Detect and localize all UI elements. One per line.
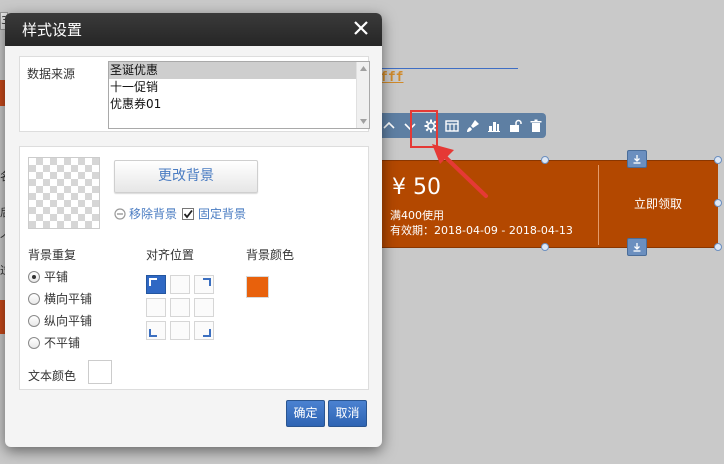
remove-background-link[interactable]: 移除背景 [114, 205, 177, 222]
align-top-right[interactable] [194, 275, 214, 294]
data-source-item[interactable]: 优惠券01 [109, 96, 369, 113]
repeat-option-tile[interactable]: 平铺 [28, 268, 68, 285]
align-bottom-center[interactable] [170, 321, 190, 340]
bg-color-title: 背景颜色 [246, 248, 295, 262]
change-background-button[interactable]: 更改背景 [114, 160, 258, 193]
annotation-arrow [432, 144, 488, 198]
resize-handle-top-left[interactable] [541, 156, 549, 164]
minus-circle-icon [114, 207, 126, 220]
repeat-option-none[interactable]: 不平铺 [28, 334, 80, 351]
align-top-center[interactable] [170, 275, 190, 294]
cancel-button[interactable]: 取消 [328, 400, 367, 427]
table-icon[interactable] [441, 115, 462, 136]
trash-icon[interactable] [525, 115, 546, 136]
repeat-option-label: 不平铺 [44, 336, 81, 350]
fixed-background-label: 固定背景 [198, 207, 247, 221]
coupon-validity: 有效期：2018-04-09 - 2018-04-13 [390, 224, 573, 237]
resize-handle-right[interactable] [714, 199, 722, 207]
element-toolbar [372, 113, 546, 138]
align-middle-left[interactable] [146, 298, 166, 317]
scroll-up-icon[interactable] [360, 65, 367, 72]
align-title: 对齐位置 [146, 248, 195, 262]
unlock-icon[interactable] [504, 115, 525, 136]
check-icon [183, 209, 193, 218]
align-middle-right[interactable] [194, 298, 214, 317]
data-source-list[interactable]: 圣诞优惠 十一促销 优惠券01 [108, 61, 370, 129]
resize-handle-top-right[interactable] [714, 156, 722, 164]
fixed-background-checkbox[interactable] [182, 207, 194, 220]
repeat-option-label: 纵向平铺 [44, 314, 93, 328]
background-panel: 更改背景 移除背景 固定背景 背景重复 对齐位置 背景颜色 平铺 横向平铺 纵向… [19, 146, 369, 390]
style-settings-dialog: 样式设置 数据来源 圣诞优惠 十一促销 优惠券01 更改背景 移除背景 固定背景… [5, 13, 382, 447]
resize-handle-bottom-left[interactable] [541, 243, 549, 251]
radio-button[interactable] [28, 314, 40, 327]
align-bottom-left[interactable] [146, 321, 166, 340]
remove-background-label: 移除背景 [129, 207, 178, 221]
download-icon [633, 243, 641, 252]
align-bottom-right[interactable] [194, 321, 214, 340]
scroll-down-icon[interactable] [360, 118, 367, 125]
resize-handle-bottom-right[interactable] [714, 243, 722, 251]
radio-button[interactable] [28, 292, 40, 305]
coupon-block[interactable]: ¥ 50 满400使用 有效期：2018-04-09 - 2018-04-13 … [372, 160, 718, 248]
repeat-option-label: 横向平铺 [44, 292, 93, 306]
dialog-header: 样式设置 [5, 13, 382, 46]
download-icon [633, 155, 641, 164]
close-icon[interactable] [352, 19, 370, 37]
data-source-item[interactable]: 圣诞优惠 [109, 62, 369, 79]
fixed-background-option[interactable]: 固定背景 [182, 205, 246, 222]
repeat-title: 背景重复 [28, 248, 77, 262]
list-scrollbar[interactable] [356, 62, 369, 128]
align-top-left[interactable] [146, 275, 166, 294]
repeat-option-horizontal[interactable]: 横向平铺 [28, 290, 92, 307]
chart-icon[interactable] [483, 115, 504, 136]
download-top-button[interactable] [627, 150, 647, 168]
data-source-item[interactable]: 十一促销 [109, 79, 369, 96]
ok-button[interactable]: 确定 [286, 400, 325, 427]
background-preview [28, 157, 100, 229]
corner-top-right-icon [203, 278, 211, 286]
data-source-label: 数据来源 [27, 67, 76, 81]
radio-button[interactable] [28, 336, 40, 349]
corner-top-left-icon [149, 278, 157, 286]
corner-bottom-left-icon [149, 329, 157, 337]
repeat-option-label: 平铺 [44, 270, 69, 284]
bg-color-swatch[interactable] [246, 276, 269, 298]
corner-bottom-right-icon [203, 329, 211, 337]
coupon-claim-link[interactable]: 立即领取 [598, 195, 718, 212]
align-center[interactable] [170, 298, 190, 317]
align-position-grid [146, 275, 216, 340]
data-source-panel: 数据来源 圣诞优惠 十一促销 优惠券01 [19, 56, 370, 132]
repeat-option-vertical[interactable]: 纵向平铺 [28, 312, 92, 329]
radio-button[interactable] [28, 270, 40, 283]
coupon-condition: 满400使用 [390, 209, 444, 222]
download-bottom-button[interactable] [627, 238, 647, 256]
underline-link[interactable] [380, 68, 518, 69]
text-color-swatch[interactable] [88, 360, 112, 384]
brush-icon[interactable] [462, 115, 483, 136]
code-link-text[interactable]: fff [380, 70, 403, 85]
text-color-label: 文本颜色 [28, 369, 77, 383]
dialog-title: 样式设置 [22, 21, 83, 39]
